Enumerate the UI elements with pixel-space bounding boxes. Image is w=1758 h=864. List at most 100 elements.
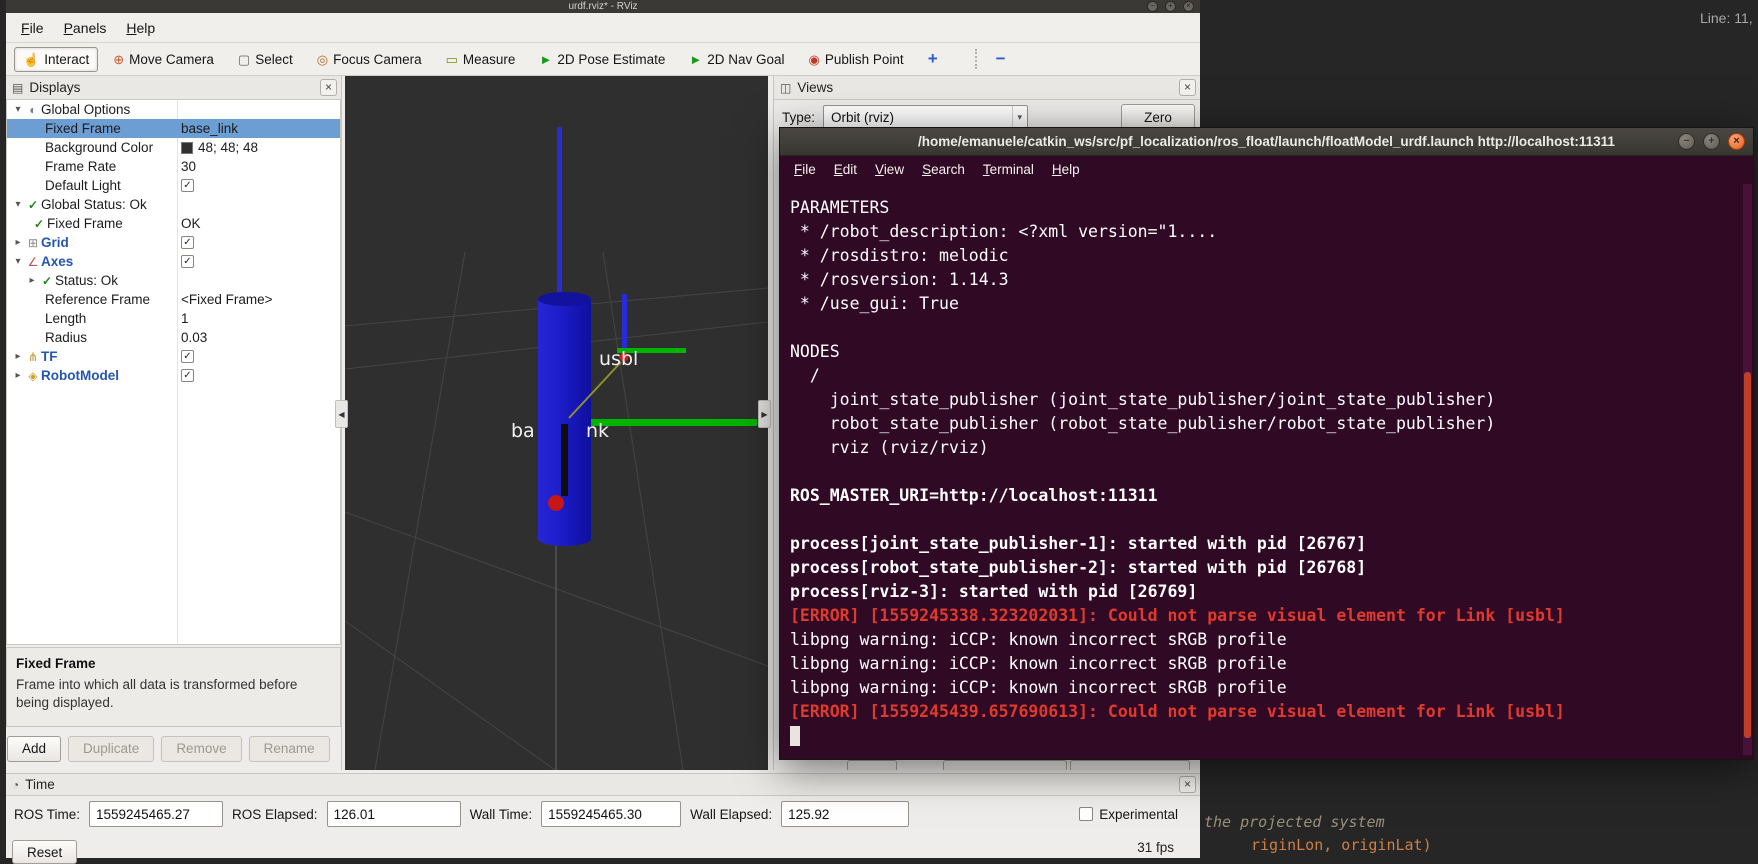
views-button-partial[interactable] bbox=[847, 760, 897, 770]
reference-frame-value[interactable]: <Fixed Frame> bbox=[181, 292, 273, 307]
maximize-icon[interactable]: + bbox=[1703, 133, 1720, 150]
background-color-value[interactable]: 48; 48; 48 bbox=[198, 140, 258, 155]
interact-tool-button[interactable]: ☝ Interact bbox=[14, 46, 99, 72]
expander-closed-icon[interactable]: ▸ bbox=[11, 237, 25, 248]
nav-goal-tool-button[interactable]: ► 2D Nav Goal bbox=[680, 47, 793, 72]
views-button-partial[interactable] bbox=[1070, 760, 1190, 770]
time-panel-header[interactable]: ◔ Time × bbox=[6, 774, 1200, 796]
rviz-titlebar[interactable]: urdf.rviz* - RViz − + × bbox=[6, 0, 1200, 13]
wall-elapsed-input[interactable] bbox=[781, 801, 910, 827]
grid-checkbox[interactable]: ✓ bbox=[181, 236, 194, 249]
move-camera-tool-button[interactable]: ⊕ Move Camera bbox=[104, 47, 223, 72]
select-tool-button[interactable]: ▢ Select bbox=[229, 47, 302, 72]
tree-row-axes[interactable]: ▾ ∠ Axes ✓ bbox=[7, 252, 340, 271]
collapse-left-panel-handle[interactable]: ◀ bbox=[335, 400, 348, 428]
tree-row-global-options[interactable]: ▾ ◐ Global Options bbox=[7, 100, 340, 119]
close-icon[interactable]: × bbox=[320, 79, 337, 96]
focus-camera-tool-button[interactable]: ◎ Focus Camera bbox=[308, 47, 431, 72]
terminal-titlebar[interactable]: /home/emanuele/catkin_ws/src/pf_localiza… bbox=[780, 128, 1753, 156]
close-icon[interactable]: × bbox=[1728, 133, 1745, 150]
chevron-down-icon: ▾ bbox=[1011, 106, 1028, 129]
axes-checkbox[interactable]: ✓ bbox=[181, 255, 194, 268]
remove-tool-button[interactable]: − bbox=[987, 46, 1015, 72]
close-icon[interactable]: × bbox=[1183, 1, 1194, 12]
expander-closed-icon[interactable]: ▸ bbox=[11, 370, 25, 381]
ros-time-input[interactable] bbox=[89, 801, 224, 827]
3d-viewport[interactable]: usbl ba nk bbox=[345, 76, 768, 770]
robot-cylinder-top bbox=[538, 292, 591, 306]
expander-open-icon[interactable]: ▾ bbox=[11, 256, 25, 267]
expander-closed-icon[interactable]: ▸ bbox=[25, 275, 39, 286]
displays-panel-header[interactable]: ▤ Displays × bbox=[6, 76, 341, 100]
robot-model-checkbox[interactable]: ✓ bbox=[181, 369, 194, 382]
help-text: Frame into which all data is transformed… bbox=[16, 677, 298, 711]
tree-row-grid[interactable]: ▸ ⊞ Grid ✓ bbox=[7, 233, 340, 252]
terminal-scrollbar[interactable] bbox=[1743, 184, 1752, 755]
expander-open-icon[interactable]: ▾ bbox=[11, 199, 25, 210]
terminal-menu-search[interactable]: Search bbox=[914, 158, 973, 181]
nav-arrow-icon: ► bbox=[689, 51, 703, 67]
close-icon[interactable]: × bbox=[1179, 776, 1196, 793]
tree-row-tf[interactable]: ▸ ⋔ TF ✓ bbox=[7, 347, 340, 366]
3d-scene-canvas[interactable] bbox=[345, 76, 768, 770]
global-options-icon: ◐ bbox=[29, 102, 37, 117]
ros-elapsed-input[interactable] bbox=[326, 801, 461, 827]
add-tool-button[interactable]: + bbox=[919, 46, 947, 72]
publish-point-tool-button[interactable]: ◉ Publish Point bbox=[800, 47, 913, 72]
menu-help[interactable]: Help bbox=[117, 15, 164, 41]
tree-row-length[interactable]: Length 1 bbox=[7, 309, 340, 328]
minimize-icon[interactable]: − bbox=[1147, 1, 1158, 12]
fixed-frame-value[interactable]: base_link bbox=[181, 121, 238, 136]
length-value[interactable]: 1 bbox=[181, 311, 189, 326]
reset-button[interactable]: Reset bbox=[12, 840, 78, 864]
close-icon[interactable]: × bbox=[1179, 79, 1196, 96]
tree-row-global-status[interactable]: ▾ ✓ Global Status: Ok bbox=[7, 195, 340, 214]
terminal-scrollbar-thumb[interactable] bbox=[1744, 372, 1751, 738]
tree-row-frame-rate[interactable]: Frame Rate 30 bbox=[7, 157, 340, 176]
tree-row-robot-model[interactable]: ▸ ◈ RobotModel ✓ bbox=[7, 366, 340, 385]
pose-estimate-tool-button[interactable]: ► 2D Pose Estimate bbox=[530, 47, 674, 72]
tree-row-axes-status[interactable]: ▸ ✓ Status: Ok bbox=[7, 271, 340, 290]
rename-button[interactable]: Rename bbox=[248, 735, 330, 762]
add-button[interactable]: Add bbox=[7, 735, 62, 762]
terminal-menu-edit[interactable]: Edit bbox=[826, 158, 865, 181]
wall-time-input[interactable] bbox=[541, 801, 682, 827]
duplicate-button[interactable]: Duplicate bbox=[68, 735, 155, 762]
tree-row-fixed-frame[interactable]: Fixed Frame base_link bbox=[7, 119, 340, 138]
tree-row-fixed-frame-status[interactable]: ✓ Fixed Frame OK bbox=[7, 214, 340, 233]
robot-antenna bbox=[557, 127, 562, 299]
tf-checkbox[interactable]: ✓ bbox=[181, 350, 194, 363]
tree-row-background-color[interactable]: Background Color 48; 48; 48 bbox=[7, 138, 340, 157]
menu-panels[interactable]: Panels bbox=[55, 15, 116, 41]
experimental-checkbox[interactable] bbox=[1079, 807, 1094, 821]
default-light-checkbox[interactable]: ✓ bbox=[181, 179, 194, 192]
terminal-line: process[rviz-3]: started with pid [26769… bbox=[790, 582, 1198, 601]
remove-button[interactable]: Remove bbox=[161, 735, 242, 762]
measure-tool-button[interactable]: ▭ Measure bbox=[437, 47, 525, 72]
maximize-icon[interactable]: + bbox=[1165, 1, 1176, 12]
tree-row-default-light[interactable]: Default Light ✓ bbox=[7, 176, 340, 195]
terminal-menu-terminal[interactable]: Terminal bbox=[975, 158, 1042, 181]
expander-closed-icon[interactable]: ▸ bbox=[11, 351, 25, 362]
terminal-output[interactable]: PARAMETERS * /robot_description: <?xml v… bbox=[780, 182, 1741, 759]
tree-row-reference-frame[interactable]: Reference Frame <Fixed Frame> bbox=[7, 290, 340, 309]
minimize-icon[interactable]: − bbox=[1678, 133, 1695, 150]
collapse-right-panel-handle[interactable]: ▶ bbox=[758, 400, 771, 428]
color-swatch[interactable] bbox=[181, 141, 193, 154]
grid-icon: ⊞ bbox=[27, 235, 39, 250]
row-label: Radius bbox=[45, 330, 88, 345]
row-label: Global Status: Ok bbox=[41, 197, 147, 212]
terminal-menu-help[interactable]: Help bbox=[1044, 158, 1088, 181]
views-panel-header[interactable]: ◫ Views × bbox=[774, 76, 1200, 100]
row-label: Default Light bbox=[45, 178, 121, 193]
expander-open-icon[interactable]: ▾ bbox=[11, 104, 25, 115]
views-button-partial[interactable] bbox=[943, 760, 1067, 770]
terminal-menu-view[interactable]: View bbox=[867, 158, 912, 181]
tree-row-radius[interactable]: Radius 0.03 bbox=[7, 328, 340, 347]
menu-file[interactable]: File bbox=[12, 15, 53, 41]
radius-value[interactable]: 0.03 bbox=[181, 330, 207, 345]
terminal-menu-file[interactable]: File bbox=[786, 158, 824, 181]
frame-rate-value[interactable]: 30 bbox=[181, 159, 196, 174]
move-camera-icon: ⊕ bbox=[113, 51, 125, 67]
toolbar-drag-handle[interactable] bbox=[974, 49, 981, 69]
